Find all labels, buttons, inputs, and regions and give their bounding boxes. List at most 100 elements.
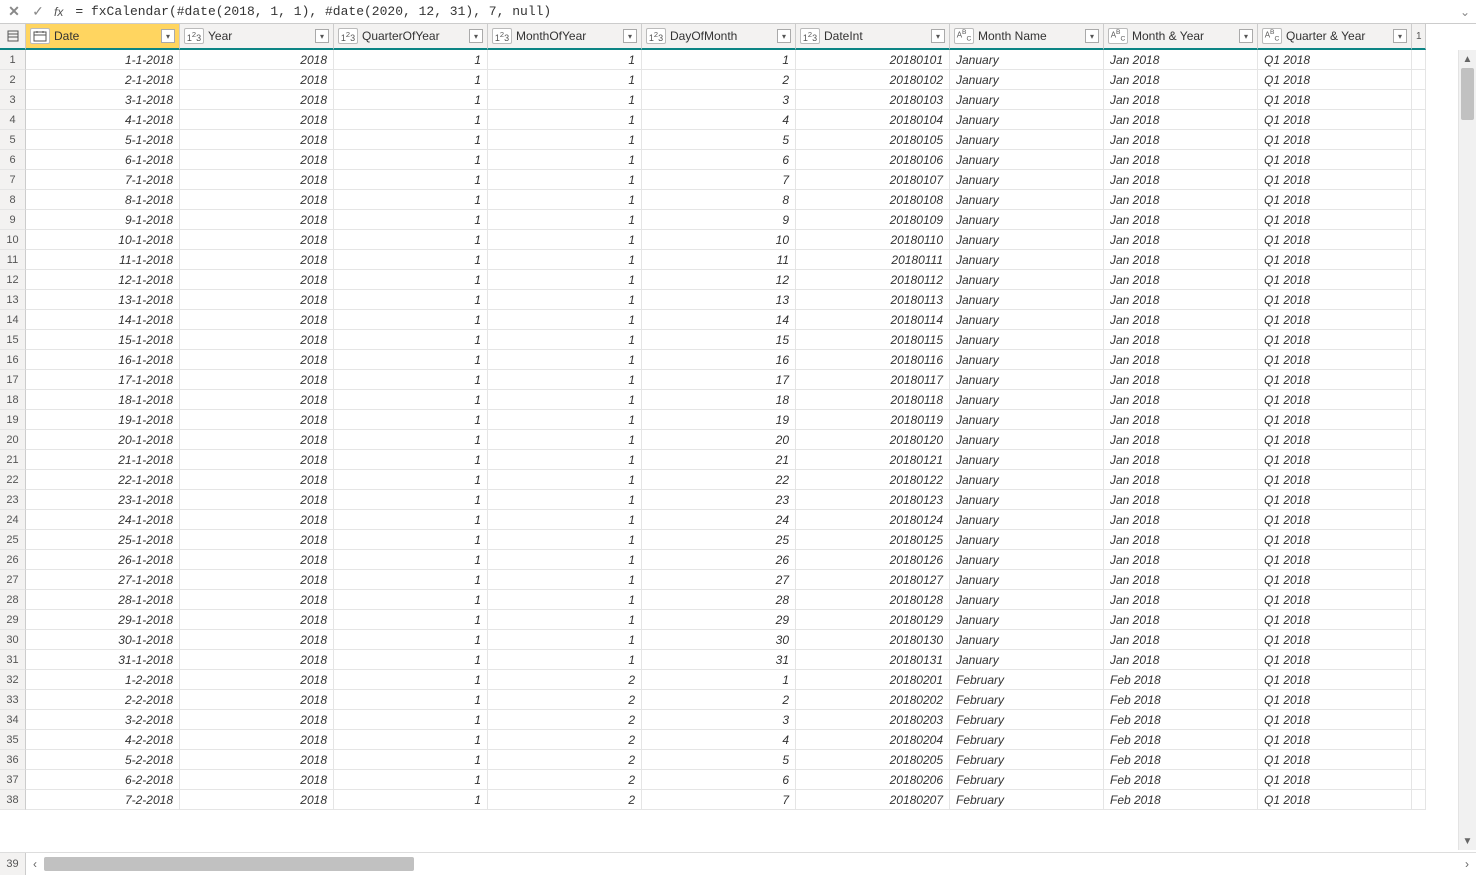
filter-dropdown-icon[interactable]: ▾ — [1393, 29, 1407, 43]
text-type-icon[interactable]: ABC — [954, 28, 974, 44]
cell-dateint[interactable]: 20180128 — [796, 590, 950, 610]
cell-monthyear[interactable]: Jan 2018 — [1104, 170, 1258, 190]
cell-dateint[interactable]: 20180105 — [796, 130, 950, 150]
cell-quarteryear[interactable]: Q1 2018 — [1258, 630, 1412, 650]
cell-monthofyear[interactable]: 1 — [488, 370, 642, 390]
cell-date[interactable]: 22-1-2018 — [26, 470, 180, 490]
cell-monthofyear[interactable]: 1 — [488, 110, 642, 130]
column-header-dayofmonth[interactable]: 123DayOfMonth▾ — [642, 24, 796, 50]
cell-monthyear[interactable]: Jan 2018 — [1104, 270, 1258, 290]
column-header-quarterofyear[interactable]: 123QuarterOfYear▾ — [334, 24, 488, 50]
table-row[interactable]: 22-1-2018201811220180102JanuaryJan 2018Q… — [0, 70, 1476, 90]
cell-dateint[interactable]: 20180110 — [796, 230, 950, 250]
cell-year[interactable]: 2018 — [180, 390, 334, 410]
cell-monthofyear[interactable]: 2 — [488, 670, 642, 690]
cell-monthyear[interactable]: Feb 2018 — [1104, 770, 1258, 790]
cell-date[interactable]: 24-1-2018 — [26, 510, 180, 530]
cell-monthyear[interactable]: Feb 2018 — [1104, 710, 1258, 730]
cell-monthyear[interactable]: Jan 2018 — [1104, 370, 1258, 390]
cell-year[interactable]: 2018 — [180, 350, 334, 370]
cell-date[interactable]: 8-1-2018 — [26, 190, 180, 210]
cell-dayofmonth[interactable]: 13 — [642, 290, 796, 310]
table-row[interactable]: 2626-1-20182018112620180126JanuaryJan 20… — [0, 550, 1476, 570]
cell-year[interactable]: 2018 — [180, 410, 334, 430]
cell-monthname[interactable]: January — [950, 170, 1104, 190]
table-row[interactable]: 1515-1-20182018111520180115JanuaryJan 20… — [0, 330, 1476, 350]
cell-monthyear[interactable]: Jan 2018 — [1104, 410, 1258, 430]
cell-quarterofyear[interactable]: 1 — [334, 550, 488, 570]
cell-quarterofyear[interactable]: 1 — [334, 770, 488, 790]
cell-quarterofyear[interactable]: 1 — [334, 230, 488, 250]
cell-dayofmonth[interactable]: 29 — [642, 610, 796, 630]
cell-monthname[interactable]: January — [950, 650, 1104, 670]
cell-quarterofyear[interactable]: 1 — [334, 410, 488, 430]
row-number[interactable]: 26 — [0, 550, 26, 570]
cell-year[interactable]: 2018 — [180, 710, 334, 730]
cell-quarteryear[interactable]: Q1 2018 — [1258, 410, 1412, 430]
cell-dayofmonth[interactable]: 21 — [642, 450, 796, 470]
cell-monthyear[interactable]: Jan 2018 — [1104, 390, 1258, 410]
row-number[interactable]: 22 — [0, 470, 26, 490]
cell-quarterofyear[interactable]: 1 — [334, 390, 488, 410]
cell-date[interactable]: 5-1-2018 — [26, 130, 180, 150]
cell-monthofyear[interactable]: 1 — [488, 230, 642, 250]
cell-date[interactable]: 18-1-2018 — [26, 390, 180, 410]
cell-date[interactable]: 1-1-2018 — [26, 50, 180, 70]
cell-monthofyear[interactable]: 1 — [488, 490, 642, 510]
cell-quarteryear[interactable]: Q1 2018 — [1258, 70, 1412, 90]
cell-quarterofyear[interactable]: 1 — [334, 190, 488, 210]
cell-quarteryear[interactable]: Q1 2018 — [1258, 590, 1412, 610]
cell-quarterofyear[interactable]: 1 — [334, 590, 488, 610]
row-number[interactable]: 4 — [0, 110, 26, 130]
cell-date[interactable]: 2-2-2018 — [26, 690, 180, 710]
cell-quarterofyear[interactable]: 1 — [334, 510, 488, 530]
row-number[interactable]: 28 — [0, 590, 26, 610]
number-type-icon[interactable]: 123 — [492, 28, 512, 44]
formula-input[interactable] — [71, 4, 1452, 19]
cell-date[interactable]: 31-1-2018 — [26, 650, 180, 670]
cell-quarterofyear[interactable]: 1 — [334, 210, 488, 230]
vertical-scrollbar[interactable]: ▲ ▼ — [1458, 50, 1476, 850]
cell-monthname[interactable]: January — [950, 350, 1104, 370]
cell-monthname[interactable]: January — [950, 470, 1104, 490]
cell-dateint[interactable]: 20180108 — [796, 190, 950, 210]
cell-quarteryear[interactable]: Q1 2018 — [1258, 390, 1412, 410]
row-number[interactable]: 1 — [0, 50, 26, 70]
table-row[interactable]: 1212-1-20182018111220180112JanuaryJan 20… — [0, 270, 1476, 290]
cell-dateint[interactable]: 20180126 — [796, 550, 950, 570]
cell-dateint[interactable]: 20180103 — [796, 90, 950, 110]
cell-monthyear[interactable]: Feb 2018 — [1104, 730, 1258, 750]
row-number[interactable]: 6 — [0, 150, 26, 170]
cell-date[interactable]: 20-1-2018 — [26, 430, 180, 450]
cell-dateint[interactable]: 20180124 — [796, 510, 950, 530]
table-row[interactable]: 2828-1-20182018112820180128JanuaryJan 20… — [0, 590, 1476, 610]
cell-monthname[interactable]: January — [950, 250, 1104, 270]
cell-dateint[interactable]: 20180203 — [796, 710, 950, 730]
cell-monthname[interactable]: January — [950, 230, 1104, 250]
cell-dayofmonth[interactable]: 1 — [642, 670, 796, 690]
cell-year[interactable]: 2018 — [180, 690, 334, 710]
cell-dayofmonth[interactable]: 19 — [642, 410, 796, 430]
cell-dateint[interactable]: 20180120 — [796, 430, 950, 450]
filter-dropdown-icon[interactable]: ▾ — [161, 29, 175, 43]
scroll-down-icon[interactable]: ▼ — [1459, 832, 1476, 850]
cell-monthofyear[interactable]: 1 — [488, 650, 642, 670]
row-number[interactable]: 23 — [0, 490, 26, 510]
cell-date[interactable]: 5-2-2018 — [26, 750, 180, 770]
cell-dateint[interactable]: 20180125 — [796, 530, 950, 550]
cell-quarteryear[interactable]: Q1 2018 — [1258, 50, 1412, 70]
row-number[interactable]: 20 — [0, 430, 26, 450]
row-number[interactable]: 38 — [0, 790, 26, 810]
cell-quarterofyear[interactable]: 1 — [334, 70, 488, 90]
cell-quarteryear[interactable]: Q1 2018 — [1258, 670, 1412, 690]
cell-monthname[interactable]: February — [950, 790, 1104, 810]
table-row[interactable]: 1616-1-20182018111620180116JanuaryJan 20… — [0, 350, 1476, 370]
cell-quarteryear[interactable]: Q1 2018 — [1258, 430, 1412, 450]
cell-year[interactable]: 2018 — [180, 750, 334, 770]
table-row[interactable]: 3131-1-20182018113120180131JanuaryJan 20… — [0, 650, 1476, 670]
cell-year[interactable]: 2018 — [180, 50, 334, 70]
row-number[interactable]: 3 — [0, 90, 26, 110]
table-row[interactable]: 2222-1-20182018112220180122JanuaryJan 20… — [0, 470, 1476, 490]
cell-monthyear[interactable]: Jan 2018 — [1104, 630, 1258, 650]
cell-quarteryear[interactable]: Q1 2018 — [1258, 310, 1412, 330]
